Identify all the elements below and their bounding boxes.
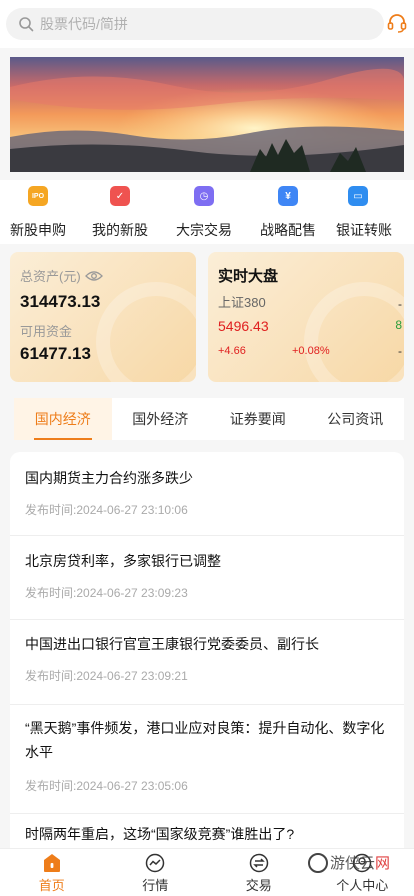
index-change: +4.66: [218, 345, 246, 357]
news-title: 中国进出口银行官宣王康银行党委委员、副行长: [25, 636, 319, 652]
transfer-icon: ▭: [348, 186, 368, 206]
customer-service-icon[interactable]: [386, 12, 408, 34]
news-time-value: 2024-06-27 23:05:06: [76, 779, 188, 793]
nav-trade[interactable]: 交易: [207, 849, 311, 896]
quick-menu-my-stocks[interactable]: ✓ 我的新股: [78, 180, 162, 244]
banner-image[interactable]: [10, 57, 404, 172]
home-icon: [43, 854, 60, 872]
quick-menu-label: 银证转账: [336, 222, 392, 238]
quick-menu-label: 战略配售: [260, 222, 316, 238]
news-time-value: 2024-06-27 23:09:23: [76, 586, 188, 600]
eye-icon[interactable]: [84, 270, 103, 282]
news-time-prefix: 发布时间:: [25, 586, 77, 600]
available-funds-label: 可用资金: [20, 324, 73, 339]
news-title: 北京房贷利率，多家银行已调整: [25, 553, 221, 569]
next-index-change-clipped: -: [398, 344, 402, 358]
total-assets-label: 总资产(元): [20, 269, 81, 284]
news-time-prefix: 发布时间:: [25, 669, 77, 683]
news-time-prefix: 发布时间:: [25, 779, 77, 793]
news-tabs: 国内经济 国外经济 证券要闻 公司资讯: [14, 398, 404, 440]
watermark-logo-icon: [307, 852, 328, 873]
news-time: 发布时间:2024-06-27 23:09:21: [25, 667, 188, 684]
news-title: “黑天鹅”事件频发，港口业应对良策：提升自动化、数字化水平: [25, 720, 385, 760]
nav-home[interactable]: 首页: [0, 849, 104, 896]
market-card[interactable]: 实时大盘 上证380 5496.43 +4.66 +0.08% - 8 -: [208, 252, 404, 382]
tab-foreign-economy[interactable]: 国外经济: [112, 398, 210, 440]
index-change-pct: +0.08%: [292, 345, 330, 357]
quick-menu-ipo[interactable]: IPO 新股申购: [0, 180, 78, 244]
placement-icon: ¥: [278, 186, 298, 206]
market-icon: [146, 853, 165, 873]
search-box[interactable]: [6, 8, 384, 40]
tab-domestic-economy[interactable]: 国内经济: [14, 398, 112, 440]
quick-menu-label: 我的新股: [92, 222, 148, 238]
news-title: 时隔两年重启，这场“国家级竞赛”谁胜出了?: [25, 826, 295, 842]
search-input[interactable]: [40, 16, 340, 32]
news-time-value: 2024-06-27 23:09:21: [76, 669, 188, 683]
news-time-prefix: 发布时间:: [25, 503, 77, 517]
index-name: 上证380: [218, 295, 266, 310]
my-stocks-icon: ✓: [110, 186, 130, 206]
available-funds-value: 61477.13: [20, 344, 91, 363]
market-title: 实时大盘: [218, 268, 279, 285]
news-time-value: 2024-06-27 23:10:06: [76, 503, 188, 517]
news-item[interactable]: 国内期货主力合约涨多跌少 发布时间:2024-06-27 23:10:06: [10, 452, 404, 536]
news-time: 发布时间:2024-06-27 23:05:06: [25, 777, 188, 794]
quick-menu-transfer[interactable]: ▭ 银证转账: [330, 180, 414, 244]
nav-label: 个人中心: [336, 878, 389, 893]
card-decoration: [96, 282, 196, 382]
total-assets-value: 314473.13: [20, 292, 101, 311]
search-icon: [19, 17, 34, 32]
news-time: 发布时间:2024-06-27 23:09:23: [25, 584, 188, 601]
quick-menu-label: 大宗交易: [176, 222, 232, 238]
total-assets-label-row: 总资产(元): [20, 266, 103, 285]
block-trade-icon: ◷: [194, 186, 214, 206]
next-index-name-clipped: -: [398, 297, 402, 311]
news-item[interactable]: “黑天鹅”事件频发，港口业应对良策：提升自动化、数字化水平 发布时间:2024-…: [10, 705, 404, 814]
quick-menu-label: 新股申购: [10, 222, 66, 238]
nav-market[interactable]: 行情: [104, 849, 208, 896]
trade-icon: [249, 853, 268, 873]
news-item[interactable]: 时隔两年重启，这场“国家级竞赛”谁胜出了?: [10, 814, 404, 848]
card-decoration: [304, 282, 404, 382]
watermark: 游侠云网: [307, 852, 390, 873]
news-item[interactable]: 北京房贷利率，多家银行已调整 发布时间:2024-06-27 23:09:23: [10, 536, 404, 620]
nav-label: 交易: [245, 878, 272, 893]
ipo-icon: IPO: [28, 186, 48, 206]
tab-company-news[interactable]: 公司资讯: [307, 398, 405, 440]
nav-label: 行情: [142, 878, 169, 893]
news-item[interactable]: 中国进出口银行官宣王康银行党委委员、副行长 发布时间:2024-06-27 23…: [10, 620, 404, 705]
watermark-suffix: 网: [374, 855, 390, 872]
news-title: 国内期货主力合约涨多跌少: [25, 470, 193, 486]
tab-securities-news[interactable]: 证券要闻: [209, 398, 307, 440]
assets-card[interactable]: 总资产(元) 314473.13 可用资金 61477.13: [10, 252, 196, 382]
search-row: [0, 0, 414, 48]
news-time: 发布时间:2024-06-27 23:10:06: [25, 501, 188, 518]
index-price: 5496.43: [218, 318, 269, 334]
news-list: 国内期货主力合约涨多跌少 发布时间:2024-06-27 23:10:06 北京…: [10, 452, 404, 848]
quick-menu-placement[interactable]: ¥ 战略配售: [246, 180, 330, 244]
watermark-text: 游侠云: [329, 855, 375, 872]
nav-label: 首页: [38, 878, 65, 893]
quick-menu-block-trade[interactable]: ◷ 大宗交易: [162, 180, 246, 244]
next-index-price-clipped: 8: [395, 318, 402, 332]
quick-menu: IPO 新股申购 ✓ 我的新股 ◷ 大宗交易 ¥ 战略配售 ▭ 银证转账: [0, 180, 414, 244]
